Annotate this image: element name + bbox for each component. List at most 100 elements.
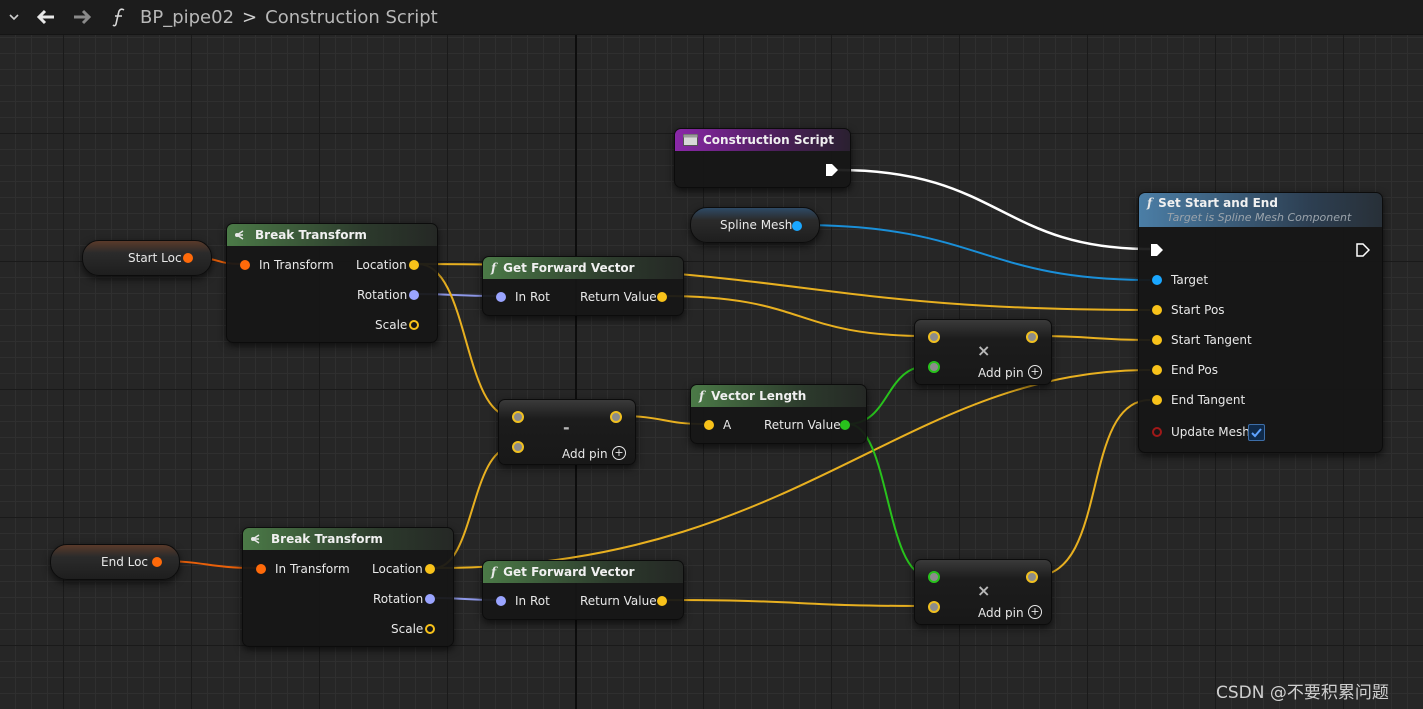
return-value-pin[interactable] (657, 292, 667, 302)
rotation-out-pin[interactable] (409, 290, 419, 300)
return-value-label: Return Value (580, 594, 657, 608)
add-pin-icon[interactable]: + (612, 446, 626, 460)
function-icon: f (491, 261, 497, 275)
in-transform-pin[interactable] (256, 564, 266, 574)
return-value-pin[interactable] (840, 420, 850, 430)
subtract-node[interactable]: - Add pin + (498, 399, 636, 465)
input-b-pin[interactable] (928, 361, 940, 373)
input-b-pin[interactable] (928, 601, 940, 613)
multiply-icon: × (977, 581, 991, 600)
end-loc-variable-node[interactable]: End Loc (50, 544, 180, 580)
back-arrow-icon[interactable] (28, 0, 64, 34)
input-a-pin[interactable] (512, 411, 524, 423)
in-transform-label: In Transform (275, 562, 350, 576)
update-mesh-label: Update Mesh (1171, 425, 1250, 439)
location-out-pin[interactable] (409, 260, 419, 270)
output-pin[interactable] (610, 411, 622, 423)
breadcrumb-graph[interactable]: Construction Script (265, 7, 438, 28)
start-loc-variable-node[interactable]: Start Loc (82, 240, 212, 276)
exec-in-pin[interactable] (1150, 243, 1164, 257)
function-icon: f (699, 389, 705, 403)
vector-wire-endtangent (1034, 399, 1151, 577)
target-label: Target (1171, 273, 1209, 287)
exec-out-pin[interactable] (825, 163, 839, 177)
variable-label: End Loc (101, 555, 149, 569)
return-value-label: Return Value (764, 418, 841, 432)
vector-length-node[interactable]: f Vector Length A Return Value (690, 384, 867, 444)
start-pos-label: Start Pos (1171, 303, 1225, 317)
in-rot-label: In Rot (515, 290, 550, 304)
multiply-node[interactable]: × Add pin + (914, 559, 1052, 625)
in-rot-pin[interactable] (496, 596, 506, 606)
in-transform-label: In Transform (259, 258, 334, 272)
add-pin-label: Add pin (978, 366, 1024, 380)
set-start-and-end-node[interactable]: f Set Start and End Target is Spline Mes… (1138, 192, 1383, 453)
update-mesh-pin[interactable] (1152, 427, 1162, 437)
breadcrumb-blueprint[interactable]: BP_pipe02 (140, 7, 234, 28)
exec-wire (837, 168, 1151, 251)
start-tangent-label: Start Tangent (1171, 333, 1252, 347)
graph-canvas[interactable]: Construction Script Spline Mesh Start Lo… (0, 35, 1423, 709)
get-forward-vector-node[interactable]: f Get Forward Vector In Rot Return Value (482, 560, 684, 620)
subtract-icon: - (563, 418, 570, 437)
object-wire (799, 224, 1151, 281)
scale-out-pin[interactable] (425, 624, 435, 634)
break-transform-node[interactable]: Break Transform In Transform Location Ro… (226, 223, 438, 343)
return-value-pin[interactable] (657, 596, 667, 606)
get-forward-vector-node[interactable]: f Get Forward Vector In Rot Return Value (482, 256, 684, 316)
scale-label: Scale (391, 622, 424, 636)
variable-label: Spline Mesh (720, 218, 793, 232)
exec-out-pin[interactable] (1356, 243, 1370, 257)
update-mesh-checkbox[interactable] (1248, 424, 1265, 441)
in-rot-pin[interactable] (496, 292, 506, 302)
construction-script-node[interactable]: Construction Script (674, 128, 851, 188)
location-label: Location (372, 562, 423, 576)
end-pos-pin[interactable] (1152, 365, 1162, 375)
rotation-out-pin[interactable] (425, 594, 435, 604)
location-label: Location (356, 258, 407, 272)
node-title: Get Forward Vector (503, 261, 635, 275)
transform-out-pin[interactable] (183, 253, 193, 263)
add-pin-icon[interactable]: + (1028, 605, 1042, 619)
float-wire-2 (847, 423, 929, 577)
in-rot-label: In Rot (515, 594, 550, 608)
add-pin-label: Add pin (562, 447, 608, 461)
output-pin[interactable] (1026, 571, 1038, 583)
output-pin[interactable] (1026, 331, 1038, 343)
break-struct-icon (235, 230, 244, 240)
vector-wire-starttangent (1034, 335, 1151, 341)
node-title: Construction Script (703, 133, 834, 147)
in-transform-pin[interactable] (240, 260, 250, 270)
end-pos-label: End Pos (1171, 363, 1219, 377)
spline-mesh-variable-node[interactable]: Spline Mesh (690, 207, 820, 243)
function-icon: f (491, 565, 497, 579)
forward-arrow-icon[interactable] (64, 0, 100, 34)
vector-wire-fwd2 (662, 599, 929, 607)
object-out-pin[interactable] (792, 221, 802, 231)
graph-toolbar: BP_pipe02 > Construction Script (0, 0, 1423, 35)
start-tangent-pin[interactable] (1152, 335, 1162, 345)
chevron-down-icon[interactable] (0, 0, 28, 34)
target-pin[interactable] (1152, 275, 1162, 285)
node-subtitle: Target is Spline Mesh Component (1167, 211, 1352, 224)
end-tangent-pin[interactable] (1152, 395, 1162, 405)
watermark: CSDN @不要积累问题 (1216, 683, 1389, 703)
node-title: Break Transform (271, 532, 383, 546)
input-b-pin[interactable] (512, 441, 524, 453)
add-pin-icon[interactable]: + (1028, 365, 1042, 379)
input-a-pin[interactable] (928, 331, 940, 343)
vector-wire-fwd1 (662, 295, 929, 337)
end-tangent-label: End Tangent (1171, 393, 1246, 407)
input-a-pin[interactable] (704, 420, 714, 430)
input-a-pin[interactable] (928, 571, 940, 583)
node-title: Vector Length (711, 389, 807, 403)
transform-out-pin[interactable] (152, 557, 162, 567)
start-pos-pin[interactable] (1152, 305, 1162, 315)
scale-out-pin[interactable] (409, 320, 419, 330)
node-title: Get Forward Vector (503, 565, 635, 579)
checkmark-icon (1251, 428, 1262, 438)
location-out-pin[interactable] (425, 564, 435, 574)
break-transform-node[interactable]: Break Transform In Transform Location Ro… (242, 527, 454, 647)
multiply-node[interactable]: × Add pin + (914, 319, 1052, 385)
add-pin-label: Add pin (978, 606, 1024, 620)
